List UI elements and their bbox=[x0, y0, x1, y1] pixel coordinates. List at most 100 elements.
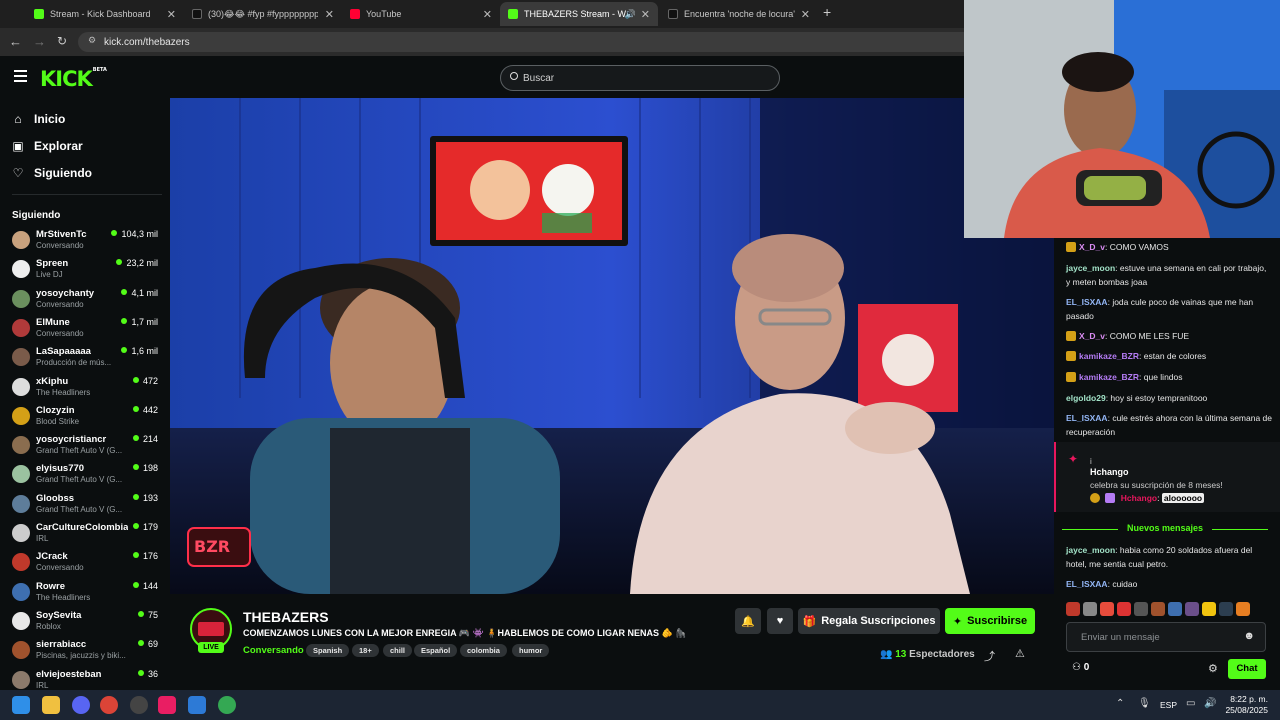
close-tab-icon[interactable]: ✕ bbox=[483, 8, 492, 21]
following-channel[interactable]: Spreen Live DJ 23,2 mil bbox=[12, 258, 162, 284]
emote-icon[interactable] bbox=[1185, 602, 1199, 616]
live-badge: LIVE bbox=[198, 642, 224, 653]
chat-username[interactable]: jayce_moon bbox=[1066, 263, 1115, 273]
chat-settings-gear-icon[interactable]: ⚙ bbox=[1208, 662, 1218, 675]
obs-icon[interactable] bbox=[130, 696, 148, 714]
chat-username[interactable]: EL_ISXAA bbox=[1066, 579, 1108, 589]
emote-icon[interactable] bbox=[1219, 602, 1233, 616]
notification-bell-button[interactable]: 🔔 bbox=[735, 608, 761, 634]
chat-username[interactable]: kamikaze_BZR bbox=[1079, 351, 1139, 361]
chat-username[interactable]: jayce_moon bbox=[1066, 545, 1115, 555]
chat-username[interactable]: kamikaze_BZR bbox=[1079, 372, 1139, 382]
follow-button[interactable]: ♥ bbox=[767, 608, 793, 634]
close-tab-icon[interactable]: ✕ bbox=[325, 8, 334, 21]
channel-points[interactable]: ⚇ 0 bbox=[1072, 662, 1089, 673]
following-channel[interactable]: MrStivenTc Conversando 104,3 mil bbox=[12, 229, 162, 255]
emote-icon[interactable] bbox=[1117, 602, 1131, 616]
chat-input[interactable]: Enviar un mensaje ☻ bbox=[1066, 622, 1266, 652]
chrome-profile-icon[interactable] bbox=[218, 696, 236, 714]
forward-arrow-icon[interactable]: → bbox=[33, 34, 46, 49]
taskbar-clock[interactable]: 8:22 p. m. 25/08/2025 bbox=[1225, 694, 1268, 716]
chat-username[interactable]: EL_ISXAA bbox=[1066, 413, 1108, 423]
chat-send-button[interactable]: Chat bbox=[1228, 659, 1266, 679]
windows-start-icon[interactable] bbox=[12, 696, 30, 714]
following-channel[interactable]: JCrack Conversando 176 bbox=[12, 551, 162, 577]
discord-icon[interactable] bbox=[72, 696, 90, 714]
stream-tag[interactable]: chill bbox=[383, 644, 413, 657]
following-channel[interactable]: yosoychanty Conversando 4,1 mil bbox=[12, 288, 162, 314]
emote-icon[interactable] bbox=[1202, 602, 1216, 616]
sidebar-item-inicio[interactable]: ⌂ Inicio bbox=[12, 112, 65, 126]
gift-subs-button[interactable]: 🎁 Regala Suscripciones bbox=[798, 608, 940, 634]
stream-tag[interactable]: colombia bbox=[460, 644, 507, 657]
following-channel[interactable]: yosoycristiancr Grand Theft Auto V (G... 2… bbox=[12, 434, 162, 460]
chat-username[interactable]: Hchango bbox=[1121, 493, 1157, 503]
chat-username[interactable]: X_D_v bbox=[1079, 331, 1105, 341]
back-arrow-icon[interactable]: ← bbox=[9, 34, 22, 49]
browser-tab-youtube[interactable]: YouTube ✕ bbox=[342, 2, 500, 26]
sidebar-item-explorar[interactable]: ▣ Explorar bbox=[12, 139, 82, 153]
following-channel[interactable]: sierrabiacc Piscinas, jacuzzis y biki... 6… bbox=[12, 639, 162, 665]
close-tab-icon[interactable]: ✕ bbox=[167, 8, 176, 21]
following-channel[interactable]: elyisus770 Grand Theft Auto V (G... 198 bbox=[12, 463, 162, 489]
following-channel[interactable]: Rowre The Headliners 144 bbox=[12, 581, 162, 607]
subscribe-button[interactable]: ✦ Suscribirse bbox=[945, 608, 1035, 634]
stream-tag[interactable]: 18+ bbox=[352, 644, 379, 657]
kick-logo[interactable]: KICKBETA bbox=[40, 67, 107, 91]
emote-icon[interactable] bbox=[1236, 602, 1250, 616]
stream-tag[interactable]: humor bbox=[512, 644, 550, 657]
browser-tab-kick-dashboard[interactable]: Stream - Kick Dashboard ✕ bbox=[26, 2, 184, 26]
stream-category[interactable]: Conversando bbox=[243, 645, 304, 656]
microphone-icon[interactable]: 🎙 bbox=[1138, 698, 1151, 709]
emote-icon[interactable] bbox=[1083, 602, 1097, 616]
app-icon[interactable] bbox=[188, 696, 206, 714]
emote-icon[interactable] bbox=[1066, 602, 1080, 616]
new-messages-divider[interactable]: Nuevos mensajes bbox=[1062, 523, 1268, 535]
emote-icon[interactable] bbox=[1134, 602, 1148, 616]
site-info-icon[interactable]: ⚙ bbox=[88, 35, 96, 46]
network-icon[interactable]: ▭ bbox=[1186, 698, 1195, 709]
share-icon[interactable]: ⤴ bbox=[984, 648, 995, 664]
chat-username[interactable]: EL_ISXAA bbox=[1066, 297, 1108, 307]
sidebar-item-siguiendo[interactable]: ♡ Siguiendo bbox=[12, 166, 92, 180]
tray-chevron-up-icon[interactable]: ⌃ bbox=[1116, 698, 1124, 709]
nav-label: Siguiendo bbox=[34, 166, 92, 180]
browser-tab-tiktok[interactable]: (30)😂😂 #fyp #fyppppppppp ✕ bbox=[184, 2, 342, 26]
chrome-icon[interactable] bbox=[100, 696, 118, 714]
chat-username[interactable]: elgoldo29 bbox=[1066, 393, 1106, 403]
video-player[interactable]: BZR bbox=[170, 98, 1054, 594]
new-tab-button[interactable]: + bbox=[823, 4, 831, 20]
browser-tab-tiktok-search[interactable]: Encuentra 'noche de locura' en ✕ bbox=[660, 2, 818, 26]
following-channel[interactable]: xKiphu The Headliners 472 bbox=[12, 376, 162, 402]
language-indicator[interactable]: ESP bbox=[1160, 700, 1177, 710]
volume-icon[interactable]: 🔊 bbox=[1204, 698, 1216, 709]
report-icon[interactable]: ⚠ bbox=[1015, 647, 1025, 660]
browser-tab-thebazers[interactable]: THEBAZERS Stream - Watch 🔊 ✕ bbox=[500, 2, 658, 26]
file-explorer-icon[interactable] bbox=[42, 696, 60, 714]
speaker-icon[interactable]: 🔊 bbox=[625, 9, 636, 20]
following-channel[interactable]: ElMune Conversando 1,7 mil bbox=[12, 317, 162, 343]
following-channel[interactable]: CarCultureColombia IRL 179 bbox=[12, 522, 162, 548]
close-tab-icon[interactable]: ✕ bbox=[641, 8, 650, 21]
stream-tag[interactable]: Spanish bbox=[306, 644, 350, 657]
channel-name[interactable]: THEBAZERS bbox=[243, 609, 329, 625]
following-channel[interactable]: Clozyzin Blood Strike 442 bbox=[12, 405, 162, 431]
chat-username[interactable]: X_D_v bbox=[1079, 242, 1105, 252]
emoji-picker-icon[interactable]: ☻ bbox=[1243, 630, 1255, 642]
reload-icon[interactable]: ↻ bbox=[57, 34, 67, 48]
emote-icon[interactable] bbox=[1151, 602, 1165, 616]
following-channel[interactable]: SoySevita Roblox 75 bbox=[12, 610, 162, 636]
stream-tag[interactable]: Español bbox=[414, 644, 458, 657]
following-channel[interactable]: Gloobss Grand Theft Auto V (G... 193 bbox=[12, 493, 162, 519]
star-icon: ✦ bbox=[952, 615, 963, 628]
following-channel[interactable]: elviejoesteban IRL 36 bbox=[12, 669, 162, 691]
channel-category: Grand Theft Auto V (G... bbox=[36, 504, 123, 514]
tiktok-app-icon[interactable] bbox=[158, 696, 176, 714]
following-channel[interactable]: LaSapaaaaa Producción de mús... 1,6 mil bbox=[12, 346, 162, 372]
emote-icon[interactable] bbox=[1168, 602, 1182, 616]
close-tab-icon[interactable]: ✕ bbox=[801, 8, 810, 21]
search-input[interactable]: Buscar bbox=[500, 65, 780, 91]
emote-icon[interactable] bbox=[1100, 602, 1114, 616]
menu-icon[interactable] bbox=[14, 70, 27, 82]
sub-notice-user[interactable]: Hchango bbox=[1090, 467, 1129, 477]
